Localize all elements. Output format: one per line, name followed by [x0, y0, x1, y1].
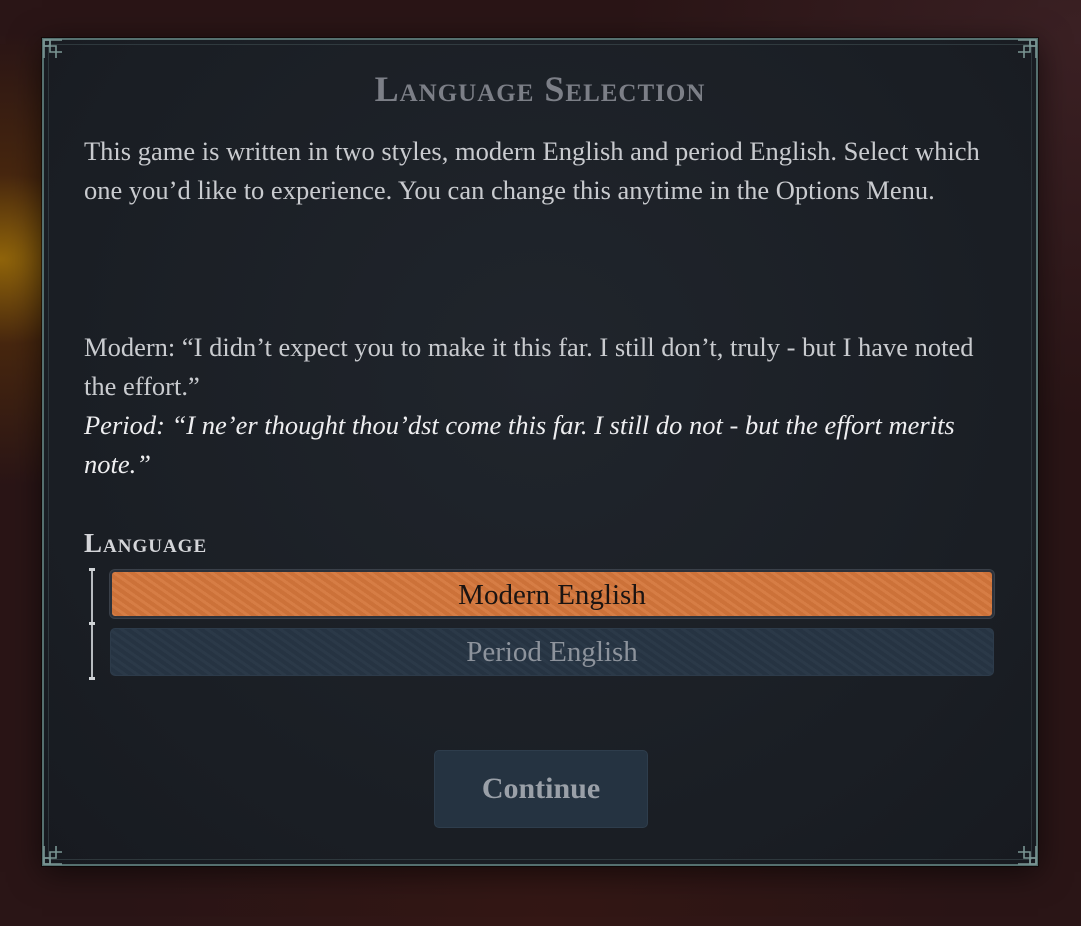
style-sample: Modern: “I didn’t expect you to make it … — [84, 328, 1004, 484]
language-selector-track — [89, 568, 95, 680]
intro-text: This game is written in two styles, mode… — [84, 136, 980, 205]
continue-button[interactable]: Continue — [434, 750, 648, 828]
corner-ornament-bottom-right — [1004, 832, 1040, 868]
option-period-english[interactable]: Period English — [110, 628, 994, 676]
language-label: Language — [84, 528, 208, 558]
period-sample-text: Period: “I ne’er thought thou’dst come t… — [84, 410, 955, 479]
language-selection-dialog: Language Selection This game is written … — [42, 38, 1038, 866]
track-tick — [89, 622, 95, 625]
modern-sample-text: Modern: “I didn’t expect you to make it … — [84, 332, 974, 401]
dialog-title: Language Selection — [374, 69, 706, 109]
track-tick — [89, 568, 95, 571]
corner-ornament-top-right — [1004, 36, 1040, 72]
corner-ornament-top-left — [40, 36, 76, 72]
option-modern-english[interactable]: Modern English — [110, 570, 994, 618]
track-tick — [89, 677, 95, 680]
corner-ornament-bottom-left — [40, 832, 76, 868]
